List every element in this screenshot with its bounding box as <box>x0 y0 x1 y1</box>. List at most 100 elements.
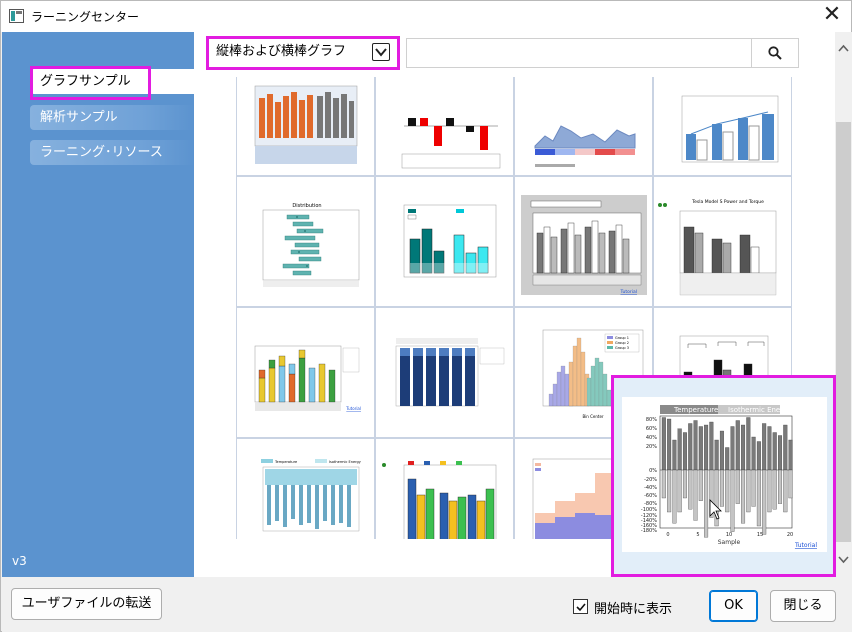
legend-entry: Group 1 <box>615 336 629 340</box>
check-icon <box>576 603 586 612</box>
preview-bar-isothermic <box>704 469 709 538</box>
sidebar-item-analysis-samples[interactable]: 解析サンプル <box>30 105 194 130</box>
y-tick: -180% <box>641 528 657 534</box>
preview-bar-temperature <box>709 421 714 471</box>
preview-bar-isothermic <box>751 469 756 507</box>
preview-bar-temperature <box>751 436 756 471</box>
preview-bar-isothermic <box>746 469 751 513</box>
preview-bar-isothermic <box>772 469 777 510</box>
app-icon <box>9 9 24 23</box>
y-tick: 40% <box>646 435 657 441</box>
sidebar-item-graph-samples[interactable]: グラフサンプル <box>30 69 194 94</box>
x-axis-label: Bin Center <box>582 414 603 419</box>
preview-bar-isothermic <box>682 469 687 499</box>
thumbnail-card[interactable] <box>236 77 375 176</box>
preview-bar-temperature <box>746 417 751 471</box>
thumbnail-card[interactable] <box>653 77 792 176</box>
legend-entry: Group 2 <box>615 341 629 345</box>
preview-bar-temperature <box>756 441 761 471</box>
vertical-scrollbar[interactable] <box>835 32 852 577</box>
y-tick: 0% <box>649 468 657 474</box>
preview-bar-temperature <box>688 423 693 471</box>
y-tick: -60% <box>644 493 657 499</box>
x-tick: 0 <box>666 532 669 538</box>
preview-tutorial-link: Tutorial <box>794 542 817 549</box>
legend-entry: Isothermic Energy <box>329 460 361 464</box>
preview-bar-isothermic <box>688 469 693 510</box>
preview-bar-isothermic <box>693 469 698 521</box>
preview-bar-temperature <box>772 432 777 471</box>
category-dropdown-value: 縦棒および横棒グラフ <box>216 44 347 59</box>
preview-bar-temperature <box>762 423 767 471</box>
preview-x-axis-label: Sample <box>718 539 741 546</box>
thumbnail-tutorial-link: Tutorial <box>619 289 637 295</box>
show-on-start-checkbox[interactable] <box>573 599 588 614</box>
x-tick: 15 <box>757 532 763 538</box>
transfer-user-files-button[interactable]: ユーザファイルの転送 <box>11 588 162 620</box>
thumbnail-card[interactable]: Tesla Model S Power and Torque <box>653 176 792 307</box>
thumbnail-card[interactable]: Tutorial <box>514 176 653 307</box>
x-tick: 5 <box>696 532 699 538</box>
close-icon[interactable]: ✕ <box>817 3 847 29</box>
preview-bar-temperature <box>788 439 793 471</box>
preview-bar-temperature <box>667 418 672 471</box>
chevron-down-icon[interactable] <box>372 43 390 61</box>
preview-bar-isothermic <box>783 469 788 513</box>
preview-bar-isothermic <box>767 469 772 513</box>
preview-bar-isothermic <box>756 469 761 527</box>
learning-center-window: ラーニングセンター ✕ グラフサンプル 解析サンプル ラーニング･リソース v3… <box>0 0 852 632</box>
y-tick: -40% <box>644 485 657 491</box>
preview-bar-temperature <box>741 424 746 471</box>
thumbnail-title: Tesla Model S Power and Torque <box>691 199 764 205</box>
preview-bar-temperature <box>767 426 772 471</box>
version-label: v3 <box>12 554 27 568</box>
thumbnail-card[interactable] <box>375 438 514 539</box>
preview-bar-temperature <box>783 424 788 471</box>
scroll-up-icon[interactable] <box>835 40 852 57</box>
thumbnail-title: Distribution <box>292 203 321 209</box>
ok-button[interactable]: OK <box>709 590 758 622</box>
footer: ユーザファイルの転送 開始時に表示 OK 閉じる <box>2 577 852 632</box>
close-button[interactable]: 閉じる <box>770 590 836 622</box>
sidebar-item-learning-resources[interactable]: ラーニング･リソース <box>30 140 194 165</box>
thumbnail-card[interactable] <box>514 77 653 176</box>
thumbnail-card[interactable] <box>375 77 514 176</box>
preview-bar-isothermic <box>672 469 677 524</box>
legend-entry: Group 3 <box>615 346 629 350</box>
scroll-down-icon[interactable] <box>835 551 852 568</box>
preview-bar-temperature <box>719 430 724 471</box>
preview-bar-temperature <box>735 420 740 471</box>
y-tick: 20% <box>646 444 657 450</box>
thumbnail-card[interactable]: Tutorial <box>236 307 375 438</box>
preview-bar-temperature <box>672 439 677 471</box>
preview-bar-isothermic <box>725 469 730 513</box>
title-bar: ラーニングセンター ✕ <box>1 1 851 32</box>
thumbnail-card[interactable] <box>375 307 514 438</box>
category-dropdown[interactable]: 縦棒および横棒グラフ <box>208 38 396 68</box>
preview-bar-temperature <box>730 426 735 471</box>
thumbnail-card[interactable] <box>375 176 514 307</box>
preview-bar-temperature <box>714 439 719 471</box>
search-icon <box>768 46 782 60</box>
thumbnail-card[interactable]: Temperature Isothermic Energy <box>236 438 375 539</box>
thumbnail-tutorial-link: Tutorial <box>345 406 361 411</box>
y-tick: -20% <box>644 477 657 483</box>
scrollbar-thumb[interactable] <box>836 122 851 542</box>
preview-bar-temperature <box>677 428 682 471</box>
thumbnail-card[interactable]: Distribution <box>236 176 375 307</box>
preview-bar-temperature <box>704 424 709 471</box>
search-input[interactable] <box>406 38 752 68</box>
preview-bar-isothermic <box>741 469 746 524</box>
preview-bar-isothermic <box>667 469 672 513</box>
preview-bar-isothermic <box>661 469 666 499</box>
search-button[interactable] <box>752 38 799 68</box>
preview-bar-temperature <box>778 435 783 471</box>
preview-bar-isothermic <box>762 469 767 535</box>
preview-bar-isothermic <box>788 469 793 499</box>
thumbnail-preview[interactable]: Temperature Isothermic Energy 80% 60% 40… <box>611 375 836 577</box>
y-tick: 80% <box>646 417 657 423</box>
window-title: ラーニングセンター <box>31 10 140 24</box>
top-bar: 縦棒および横棒グラフ <box>194 32 852 77</box>
preview-bar-temperature <box>693 420 698 471</box>
preview-legend-temperature: Temperature <box>673 406 718 414</box>
